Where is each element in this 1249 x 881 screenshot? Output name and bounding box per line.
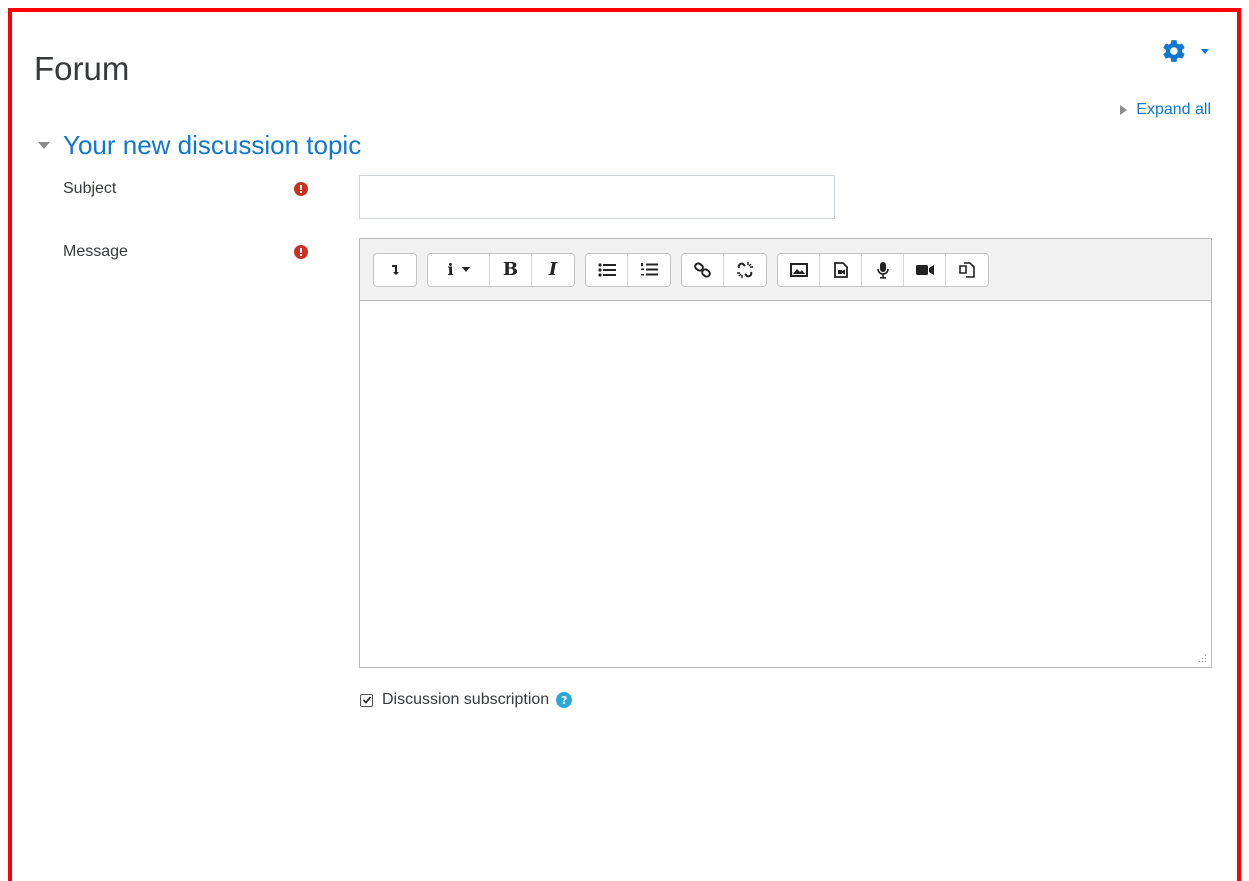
unlink-icon <box>737 261 753 278</box>
discussion-subscription: Discussion subscription ? <box>360 691 573 709</box>
settings-menu[interactable] <box>1161 38 1209 64</box>
link-icon <box>693 261 711 278</box>
expand-all-link[interactable]: Expand all <box>1120 101 1211 119</box>
required-icon: ! <box>294 182 308 196</box>
required-icon: ! <box>294 245 308 259</box>
message-textarea[interactable] <box>360 301 1211 667</box>
chevron-down-icon <box>461 267 470 272</box>
toolbar-group-media <box>777 252 989 287</box>
triangle-right-icon <box>1120 105 1128 115</box>
section-title: Your new discussion topic <box>63 130 362 160</box>
section-header[interactable]: Your new discussion topic <box>38 130 361 161</box>
record-video-button[interactable] <box>904 253 946 286</box>
record-video-icon <box>915 264 934 275</box>
checkmark-icon <box>362 696 371 704</box>
chevron-down-icon <box>1201 48 1209 54</box>
triangle-down-icon <box>38 142 50 149</box>
subscription-checkbox[interactable] <box>360 693 373 707</box>
ordered-list-icon <box>641 262 658 275</box>
insert-image-button[interactable] <box>778 253 820 286</box>
collapse-button[interactable] <box>374 253 416 286</box>
help-icon[interactable]: ? <box>556 692 573 708</box>
record-audio-button[interactable] <box>862 253 904 286</box>
message-editor: i B I <box>359 238 1212 668</box>
ordered-list-button[interactable] <box>628 253 670 286</box>
toolbar-group-lists <box>585 252 671 287</box>
unordered-list-button[interactable] <box>586 253 628 286</box>
toolbar-group-collapse <box>373 252 417 287</box>
subject-label: Subject <box>63 180 117 197</box>
editor-toolbar: i B I <box>360 239 1211 301</box>
bold-icon: B <box>502 259 519 280</box>
italic-button[interactable]: I <box>532 253 574 286</box>
media-icon <box>833 261 848 278</box>
manage-files-icon <box>959 261 975 278</box>
toolbar-group-style: i B I <box>427 252 575 287</box>
expand-all-label: Expand all <box>1136 101 1211 118</box>
toolbar-group-links <box>681 252 767 287</box>
link-button[interactable] <box>682 253 724 286</box>
record-audio-icon <box>876 261 889 279</box>
insert-media-button[interactable] <box>820 253 862 286</box>
subscription-label: Discussion subscription <box>382 691 550 708</box>
bold-button[interactable]: B <box>490 253 532 286</box>
manage-files-button[interactable] <box>946 253 988 286</box>
italic-icon: I <box>548 259 558 280</box>
resize-handle-icon[interactable] <box>1198 654 1207 663</box>
collapse-icon <box>392 264 399 275</box>
gear-icon <box>1163 40 1185 62</box>
page-title: Forum <box>34 50 130 87</box>
unlink-button[interactable] <box>724 253 766 286</box>
paragraph-styles-button[interactable]: i <box>428 253 490 286</box>
subject-input[interactable] <box>359 175 835 219</box>
info-dropdown-icon: i <box>447 260 454 279</box>
unordered-list-icon <box>597 262 616 277</box>
image-icon <box>789 262 808 277</box>
message-label: Message <box>63 243 128 260</box>
